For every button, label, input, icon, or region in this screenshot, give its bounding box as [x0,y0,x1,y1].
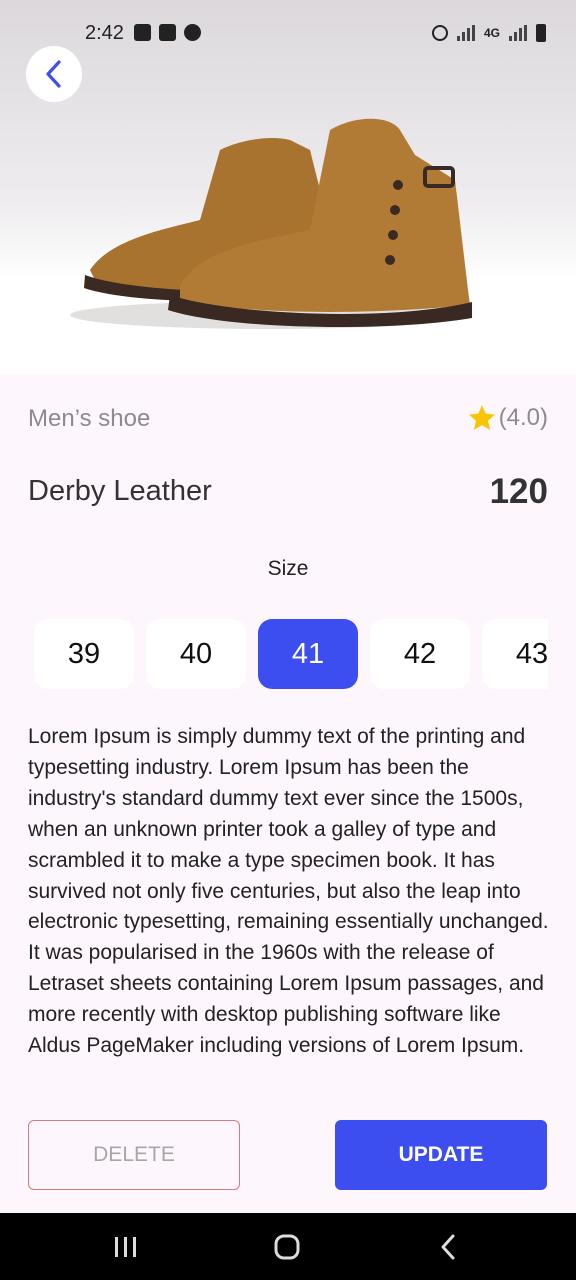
update-button[interactable]: UPDATE [335,1120,547,1190]
notification-icons [134,24,201,41]
back-icon [441,1234,455,1259]
chevron-left-icon [46,60,61,88]
recent-apps-button[interactable] [96,1213,156,1280]
network-type: 4G [483,26,500,40]
system-icons: 4G [431,24,546,42]
signal-icon [456,25,475,41]
delete-button[interactable]: DELETE [28,1120,240,1190]
battery-icon [536,24,546,42]
camera-icon [159,24,176,41]
product-price: 120 [489,472,548,511]
system-nav-bar [0,1213,576,1280]
product-rating: (4.0) [467,403,548,433]
back-button[interactable] [26,46,82,102]
product-name: Derby Leather [28,475,212,507]
size-option-39[interactable]: 39 [34,619,134,689]
product-description: Lorem Ipsum is simply dummy text of the … [28,725,549,1058]
home-button[interactable] [257,1213,317,1280]
status-bar: 2:42 4G [0,0,576,70]
rating-value: (4.0) [498,404,548,431]
size-option-43[interactable]: 43 [482,619,548,689]
home-icon [274,1234,300,1259]
star-icon [468,405,495,430]
size-option-41[interactable]: 41 [258,619,358,689]
boots-image [70,118,472,329]
alarm-icon [431,25,448,41]
size-option-40[interactable]: 40 [146,619,246,689]
size-option-42[interactable]: 42 [370,619,470,689]
sync-icon [184,24,201,41]
recent-apps-icon [115,1236,136,1257]
nav-back-button[interactable] [418,1213,478,1280]
signal-icon-2 [509,25,527,41]
product-category: Men’s shoe [28,405,151,432]
gallery-icon [134,24,151,41]
size-selector: 39 40 41 42 43 [28,619,548,689]
size-label: Size [267,557,309,580]
product-image: 2:42 4G [0,0,576,375]
status-time: 2:42 [85,22,124,44]
